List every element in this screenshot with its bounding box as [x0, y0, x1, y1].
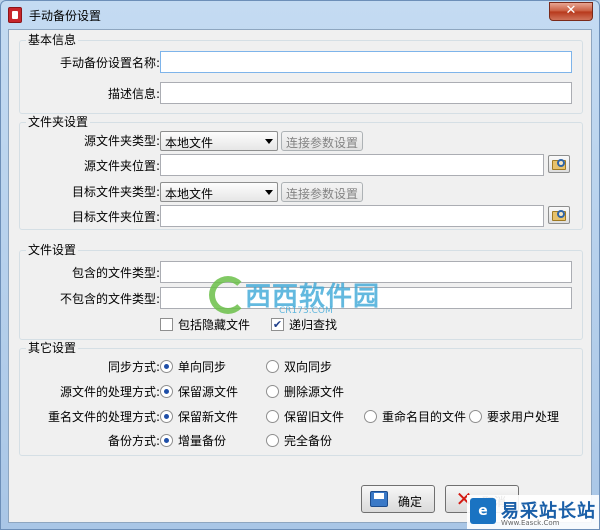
- sync-oneway-label: 单向同步: [178, 360, 227, 374]
- description-input[interactable]: [160, 82, 572, 104]
- leaf-logo-icon: [209, 276, 247, 314]
- backup-mode-label: 备份方式:: [107, 434, 160, 448]
- rename-target-radio[interactable]: [364, 410, 377, 423]
- dst-path-input[interactable]: [160, 205, 544, 227]
- title-bar[interactable]: 手动备份设置 ✕: [1, 1, 599, 28]
- dst-type-select[interactable]: 本地文件: [160, 182, 278, 202]
- sync-twoway-label: 双向同步: [284, 360, 333, 374]
- dst-type-label: 目标文件夹类型:: [71, 185, 160, 199]
- include-hidden-checkbox[interactable]: [160, 318, 173, 331]
- search-icon: [557, 210, 565, 218]
- brand-logo-icon: e: [470, 498, 496, 524]
- keep-source-radio[interactable]: [160, 385, 173, 398]
- group-title: 其它设置: [26, 341, 79, 355]
- full-backup-radio[interactable]: [266, 434, 279, 447]
- src-type-value: 本地文件: [165, 136, 214, 150]
- backup-name-input[interactable]: [160, 51, 572, 73]
- sync-mode-label: 同步方式:: [107, 360, 160, 374]
- close-button[interactable]: ✕: [549, 2, 593, 21]
- app-icon: [8, 7, 22, 23]
- group-title: 基本信息: [26, 33, 79, 47]
- delete-source-label: 删除源文件: [284, 385, 345, 399]
- incremental-label: 增量备份: [178, 434, 227, 448]
- dst-type-value: 本地文件: [165, 187, 214, 201]
- save-icon: [370, 491, 388, 507]
- duplicate-handle-label: 重名文件的处理方式:: [47, 410, 160, 424]
- keep-old-radio[interactable]: [266, 410, 279, 423]
- keep-new-radio[interactable]: [160, 410, 173, 423]
- name-label: 手动备份设置名称:: [59, 56, 160, 70]
- src-browse-button[interactable]: [548, 155, 570, 173]
- chevron-down-icon: [265, 190, 273, 195]
- ask-user-label: 要求用户处理: [487, 410, 560, 424]
- dst-path-label: 目标文件夹位置:: [71, 210, 160, 224]
- full-backup-label: 完全备份: [284, 434, 333, 448]
- ok-button[interactable]: 确定: [361, 485, 435, 513]
- window-title: 手动备份设置: [29, 9, 102, 23]
- group-other-settings: 其它设置 同步方式: 单向同步 双向同步 源文件的处理方式: 保留源文件 删除源…: [19, 341, 583, 456]
- incremental-radio[interactable]: [160, 434, 173, 447]
- src-path-label: 源文件夹位置:: [83, 159, 160, 173]
- dst-conn-settings-button[interactable]: 连接参数设置: [281, 182, 364, 202]
- desc-label: 描述信息:: [107, 87, 160, 101]
- site-brand-overlay: e 易采站长站 Www.Easck.Com: [467, 495, 599, 529]
- sync-twoway-radio[interactable]: [266, 360, 279, 373]
- ok-label: 确定: [398, 495, 423, 509]
- group-folder-settings: 文件夹设置 源文件夹类型: 本地文件 连接参数设置 源文件夹位置: 目标文件夹类…: [19, 115, 583, 230]
- group-basic-info: 基本信息 手动备份设置名称: 描述信息:: [19, 33, 583, 114]
- src-handle-label: 源文件的处理方式:: [59, 385, 160, 399]
- keep-source-label: 保留源文件: [178, 385, 239, 399]
- src-conn-settings-button[interactable]: 连接参数设置: [281, 131, 364, 151]
- search-icon: [557, 159, 565, 167]
- exclude-types-label: 不包含的文件类型:: [59, 292, 160, 306]
- src-type-label: 源文件夹类型:: [83, 134, 160, 148]
- chevron-down-icon: [265, 139, 273, 144]
- include-types-label: 包含的文件类型:: [71, 266, 160, 280]
- brand-sub: Www.Easck.Com: [501, 519, 560, 527]
- rename-target-label: 重命名目的文件: [382, 410, 467, 424]
- src-type-select[interactable]: 本地文件: [160, 131, 278, 151]
- delete-source-radio[interactable]: [266, 385, 279, 398]
- keep-new-label: 保留新文件: [178, 410, 239, 424]
- keep-old-label: 保留旧文件: [284, 410, 345, 424]
- ask-user-radio[interactable]: [469, 410, 482, 423]
- src-path-input[interactable]: [160, 154, 544, 176]
- dst-browse-button[interactable]: [548, 206, 570, 224]
- sync-oneway-radio[interactable]: [160, 360, 173, 373]
- dialog-window: 手动备份设置 ✕ 基本信息 手动备份设置名称: 描述信息: 文件夹设置 源文件夹…: [0, 0, 600, 530]
- watermark-sub: CR173.COM: [279, 306, 333, 316]
- group-title: 文件夹设置: [26, 115, 91, 129]
- group-title: 文件设置: [26, 243, 79, 257]
- watermark-logo: 西西软件园 CR173.COM: [205, 270, 415, 322]
- dialog-client: 基本信息 手动备份设置名称: 描述信息: 文件夹设置 源文件夹类型: 本地文件 …: [8, 29, 592, 523]
